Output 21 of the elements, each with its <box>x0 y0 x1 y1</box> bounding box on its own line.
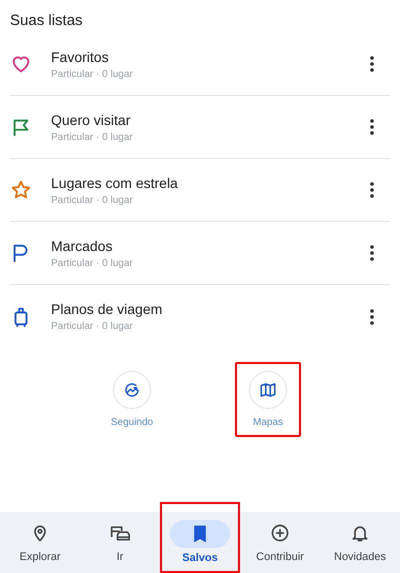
nav-tab[interactable]: Ir <box>80 512 160 573</box>
nav-tab[interactable]: Salvos <box>160 502 240 573</box>
nav-tab[interactable]: Explorar <box>0 512 80 573</box>
map-icon <box>259 381 277 399</box>
list-name[interactable]: Lugares com estrela <box>51 174 366 190</box>
list-name[interactable]: Planos de viagem <box>51 301 366 317</box>
trending-icon <box>123 381 141 399</box>
list-details: Particular · 0 lugar <box>51 194 134 206</box>
add-circle-icon <box>270 522 290 542</box>
list-name[interactable]: Quero visitar <box>51 112 366 128</box>
list-name[interactable]: Favoritos <box>51 48 366 64</box>
list-details: Particular · 0 lugar <box>51 132 134 142</box>
nav-tab[interactable]: Contribuir <box>240 512 320 573</box>
list-details: Particular · 0 lugar <box>51 68 134 80</box>
bookmark-icon <box>191 524 209 544</box>
nav-tab[interactable]: Novidades <box>320 512 400 573</box>
list-details: Particular · 0 lugar <box>51 258 134 268</box>
section-title: Suas listas <box>9 11 84 31</box>
list-name[interactable]: Marcados <box>51 238 366 254</box>
list-details: Particular · 0 lugar <box>51 321 134 332</box>
star-icon <box>10 179 32 201</box>
